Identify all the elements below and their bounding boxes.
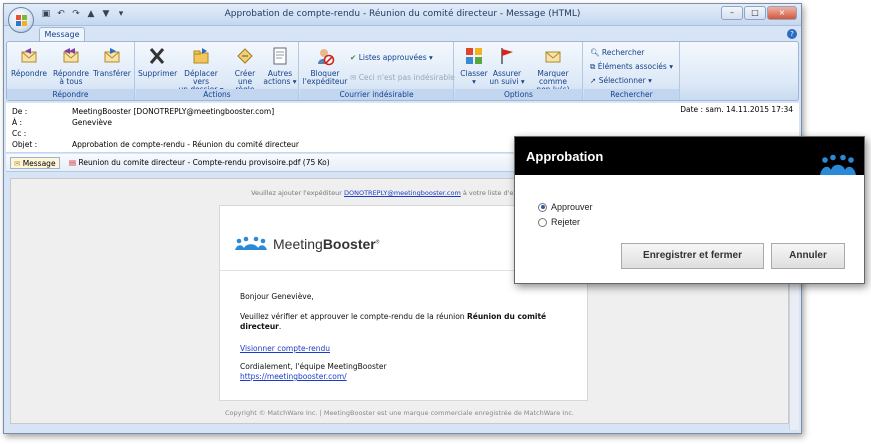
group-label-junk-mail: Courrier indésirable: [300, 89, 453, 100]
minimize-button[interactable]: –: [721, 6, 743, 20]
website-link[interactable]: https://meetingbooster.com/: [240, 372, 347, 381]
approve-radio[interactable]: [538, 202, 547, 212]
other-actions-button[interactable]: Autres actions ▾: [262, 46, 298, 86]
help-icon[interactable]: ?: [787, 29, 797, 39]
block-sender-button[interactable]: Bloquer l'expéditeur: [302, 46, 348, 86]
group-options: Classer ▾ Assurer un suivi ▾ Marquer com…: [455, 42, 583, 100]
header-date: Date : sam. 14.11.2015 17:34: [680, 105, 793, 114]
ribbon: Répondre Répondre à tous Transférer Répo…: [6, 41, 799, 101]
title-bar: ▣ ↶ ↷ ▲ ▼ ▾ Approbation de compte-rendu …: [4, 4, 801, 26]
rule-icon: [237, 48, 253, 64]
forward-icon: [104, 48, 120, 63]
group-reply: Répondre Répondre à tous Transférer Répo…: [7, 42, 135, 100]
block-sender-icon: [318, 49, 335, 66]
signoff: Cordialement, l'équipe MeetingBooster: [240, 362, 387, 371]
group-label-options: Options: [455, 89, 582, 100]
meetingbooster-people-icon: [235, 236, 267, 250]
group-label-actions: Actions: [136, 89, 298, 100]
approval-request-text: Veuillez vérifier et approuver le compte…: [240, 312, 547, 331]
not-junk-icon: ✉: [350, 73, 357, 82]
related-items-button[interactable]: ⧉ Éléments associés ▾: [590, 62, 673, 71]
select-button[interactable]: ➚ Sélectionner ▾: [590, 76, 652, 85]
reply-button[interactable]: Répondre: [9, 46, 49, 78]
cancel-button[interactable]: Annuler: [771, 243, 845, 269]
group-label-reply: Répondre: [7, 89, 134, 100]
group-junk-mail: Bloquer l'expéditeur ✔ Listes approuvées…: [300, 42, 455, 100]
save-and-close-button[interactable]: Enregistrer et fermer: [621, 243, 764, 269]
dialog-title: Approbation: [526, 149, 604, 164]
follow-up-button[interactable]: Assurer un suivi ▾: [489, 46, 525, 86]
subject-text: Approbation de compte-rendu - Réunion du…: [72, 140, 299, 149]
mark-unread-icon: [545, 51, 561, 63]
forward-button[interactable]: Transférer: [91, 46, 133, 78]
sender-address[interactable]: MeetingBooster [DONOTREPLY@meetingbooste…: [72, 106, 274, 117]
reject-radio[interactable]: [538, 217, 547, 227]
delete-button[interactable]: Supprimer: [138, 46, 177, 78]
categorize-button[interactable]: Classer ▾: [459, 46, 489, 86]
view-minutes-link[interactable]: Visionner compte-rendu: [240, 344, 330, 353]
envelope-icon: ✉: [14, 159, 21, 168]
create-rule-button[interactable]: Créer une règle: [228, 46, 262, 94]
dialog-header: Approbation: [515, 137, 864, 175]
message-attachment-tab[interactable]: ✉ Message: [10, 157, 60, 169]
select-icon: ➚: [590, 76, 597, 85]
office-logo-icon: [16, 15, 27, 26]
reply-icon: [21, 48, 37, 63]
reply-all-icon: [63, 48, 79, 63]
mark-unread-button[interactable]: Marquer comme non lu(s): [525, 46, 581, 94]
safe-lists-button[interactable]: ✔ Listes approuvées ▾: [350, 53, 433, 62]
categorize-icon: [466, 48, 482, 64]
delete-icon: [149, 48, 165, 64]
pdf-file-icon: ▤: [69, 158, 77, 167]
other-actions-icon: [273, 47, 287, 65]
related-items-icon: ⧉: [590, 62, 596, 71]
ribbon-tabs: Message ?: [4, 26, 801, 43]
greeting: Bonjour Geneviève,: [240, 292, 314, 301]
group-label-find: Rechercher: [584, 89, 679, 100]
pdf-attachment[interactable]: ▤ Reunion du comite directeur - Compte-r…: [66, 157, 333, 169]
follow-up-flag-icon: [501, 48, 513, 64]
copyright-footer: Copyright © MatchWare Inc. | MeetingBoos…: [225, 409, 574, 417]
maximize-button[interactable]: □: [744, 6, 766, 20]
move-folder-icon: [193, 48, 209, 64]
group-actions: Supprimer Déplacer vers un dossier ▾ Cré…: [136, 42, 299, 100]
reply-all-button[interactable]: Répondre à tous: [51, 46, 91, 86]
close-button[interactable]: ×: [767, 6, 797, 20]
approve-option[interactable]: Approuver: [538, 202, 593, 212]
group-find: 🔍︎ Rechercher ⧉ Éléments associés ▾ ➚ Sé…: [584, 42, 680, 100]
safe-lists-icon: ✔: [350, 53, 357, 62]
office-button[interactable]: [8, 7, 34, 33]
sender-email-link[interactable]: DONOTREPLY@meetingbooster.com: [344, 189, 461, 197]
recipient-name[interactable]: Geneviève: [72, 117, 112, 128]
approval-dialog: Approbation Approuver Rejeter Enregistre…: [514, 136, 865, 284]
meetingbooster-people-icon: [820, 154, 856, 175]
meetingbooster-logo: MeetingBooster®: [234, 236, 379, 252]
find-icon: 🔍︎: [590, 48, 600, 57]
not-junk-button[interactable]: ✉ Ceci n'est pas indésirable: [350, 73, 455, 82]
find-button[interactable]: 🔍︎ Rechercher: [590, 48, 644, 57]
window-title: Approbation de compte-rendu - Réunion du…: [224, 9, 581, 19]
move-to-folder-button[interactable]: Déplacer vers un dossier ▾: [176, 46, 226, 94]
reject-option[interactable]: Rejeter: [538, 217, 580, 227]
window-controls: – □ ×: [721, 6, 797, 20]
